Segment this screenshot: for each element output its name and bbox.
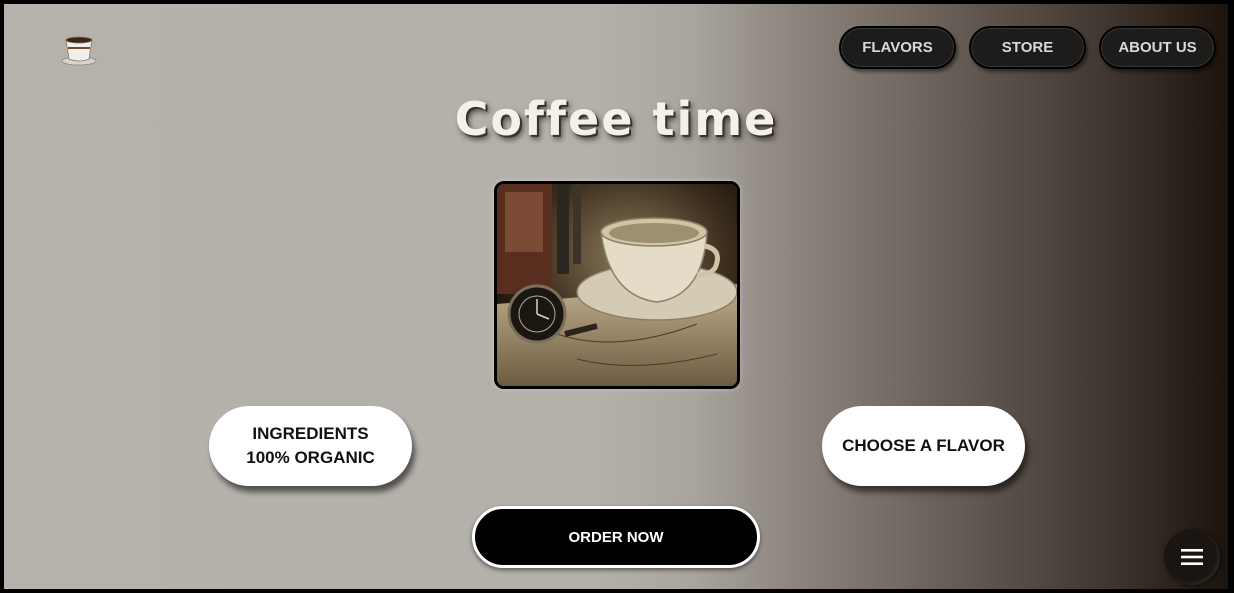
page-title: Coffee time: [454, 92, 778, 146]
nav-store-button[interactable]: STORE: [969, 26, 1086, 69]
nav-about-us-button[interactable]: ABOUT US: [1099, 26, 1216, 69]
nav-flavors-label: FLAVORS: [862, 39, 933, 56]
nav-flavors-button[interactable]: FLAVORS: [839, 26, 956, 69]
organic-label: 100% ORGANIC: [246, 448, 375, 467]
nav-store-label: STORE: [1001, 39, 1054, 56]
ingredients-label: INGREDIENTS: [252, 424, 369, 443]
choose-flavor-label: CHOOSE A FLAVOR: [842, 436, 1005, 455]
choose-flavor-button[interactable]: CHOOSE A FLAVOR: [822, 406, 1025, 486]
order-now-button[interactable]: ORDER NOW: [472, 506, 760, 568]
hamburger-menu-icon[interactable]: [1164, 529, 1220, 585]
coffee-cup-icon[interactable]: [60, 30, 100, 70]
ingredients-button[interactable]: INGREDIENTS 100% ORGANIC: [209, 406, 412, 486]
page: FLAVORS STORE ABOUT US Coffee time INGRE…: [4, 4, 1228, 589]
coffee-still-life-image: [494, 181, 740, 389]
order-now-label: ORDER NOW: [568, 528, 664, 546]
nav-about-us-label: ABOUT US: [1118, 39, 1197, 56]
